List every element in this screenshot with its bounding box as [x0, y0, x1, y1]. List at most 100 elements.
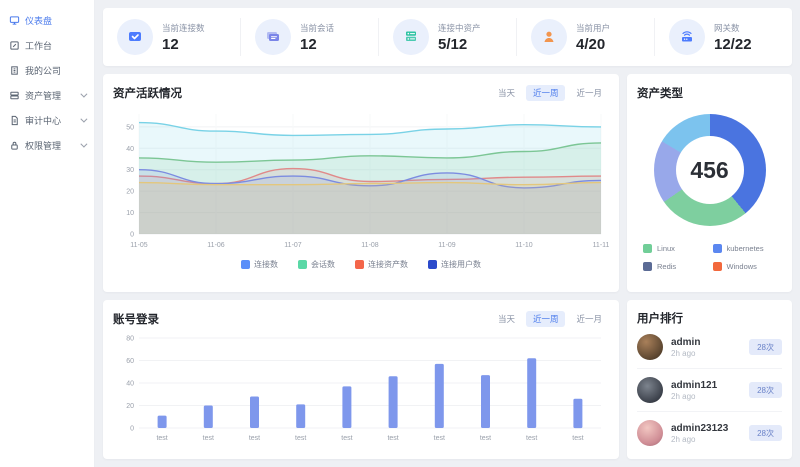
sessions-icon [255, 19, 291, 55]
audit-icon [9, 115, 20, 126]
stat-value: 4/20 [576, 36, 610, 53]
sidebar-item-assets[interactable]: 资产管理 [0, 83, 94, 108]
app-root: 仪表盘 工作台 我的公司 资产管理 审计中心 [0, 0, 800, 467]
stat-connections: 当前连接数 12 [103, 18, 240, 56]
panel-title: 资产类型 [637, 85, 683, 101]
svg-text:test: test [387, 435, 398, 442]
stat-sessions: 当前会话 12 [240, 18, 378, 56]
stat-value: 12 [300, 36, 334, 53]
user-time: 2h ago [671, 392, 717, 401]
svg-text:80: 80 [126, 336, 134, 343]
legend-label: kubernetes [727, 244, 764, 253]
avatar [637, 420, 663, 446]
filter-today[interactable]: 当天 [491, 85, 522, 101]
svg-text:test: test [249, 435, 260, 442]
panel-title: 用户排行 [637, 310, 683, 326]
legend-label: Redis [657, 262, 676, 271]
legend-item-connected-assets[interactable]: 连接资产数 [355, 259, 408, 270]
legend-swatch [643, 262, 652, 271]
sidebar-item-company[interactable]: 我的公司 [0, 58, 94, 83]
filter-month[interactable]: 近一月 [569, 85, 609, 101]
stat-label: 连接中资产 [438, 22, 481, 34]
time-filter-group: 当天 近一周 近一月 [491, 85, 609, 101]
legend-swatch [355, 260, 364, 269]
stat-label: 当前连接数 [162, 22, 205, 34]
dashboard-icon [9, 15, 20, 26]
filter-month[interactable]: 近一月 [569, 311, 609, 327]
svg-text:10: 10 [126, 210, 134, 217]
svg-text:test: test [526, 435, 537, 442]
assets-icon [9, 90, 20, 101]
user-name: admin121 [671, 380, 717, 391]
legend-item-connected-users[interactable]: 连接用户数 [428, 259, 481, 270]
sidebar-item-permissions[interactable]: 权限管理 [0, 133, 94, 158]
bar-chart-svg: 020406080testtesttesttesttesttesttesttes… [113, 332, 609, 444]
legend-swatch [713, 262, 722, 271]
svg-text:40: 40 [126, 381, 134, 388]
svg-text:test: test [156, 435, 167, 442]
main-content: 当前连接数 12 当前会话 12 连接中资产 5/12 [95, 0, 800, 467]
asset-activity-chart: 0102030405011-0511-0611-0711-0811-0911-1… [113, 106, 609, 257]
svg-text:11-05: 11-05 [130, 242, 147, 249]
sidebar-item-dashboard[interactable]: 仪表盘 [0, 8, 94, 33]
legend-item-sessions[interactable]: 会话数 [298, 259, 335, 270]
middle-row: 资产活跃情况 当天 近一周 近一月 0102030405011-0511-061… [103, 74, 792, 292]
asset-type-legend: Linux kubernetes Redis Windows [637, 244, 782, 271]
legend-item-linux[interactable]: Linux [643, 244, 707, 253]
panel-title: 资产活跃情况 [113, 85, 182, 101]
legend-item-connections[interactable]: 连接数 [241, 259, 278, 270]
login-count-badge: 28次 [749, 425, 782, 441]
stat-label: 当前会话 [300, 22, 334, 34]
asset-type-donut-ring[interactable]: 456 [654, 114, 766, 226]
user-rank-row[interactable]: admin121 2h ago 28次 [637, 368, 782, 411]
svg-text:40: 40 [126, 146, 134, 153]
time-filter-group: 当天 近一周 近一月 [491, 311, 609, 327]
legend-item-windows[interactable]: Windows [713, 262, 777, 271]
account-login-chart: 020406080testtesttesttesttesttesttesttes… [113, 332, 609, 449]
sidebar-item-label: 我的公司 [25, 64, 61, 77]
user-rank-row[interactable]: admin 2h ago 28次 [637, 326, 782, 368]
user-rank-row[interactable]: admin23123 2h ago 28次 [637, 411, 782, 454]
bottom-row: 账号登录 当天 近一周 近一月 020406080testtesttesttes… [103, 300, 792, 459]
gateway-icon [669, 19, 705, 55]
users-online-icon [531, 19, 567, 55]
login-count-badge: 28次 [749, 339, 782, 355]
stat-value: 12 [162, 36, 205, 53]
filter-week[interactable]: 近一周 [526, 85, 566, 101]
sidebar-item-workbench[interactable]: 工作台 [0, 33, 94, 58]
legend-swatch [643, 244, 652, 253]
user-name: admin [671, 337, 700, 348]
legend-label: 连接用户数 [441, 259, 481, 270]
svg-text:11-11: 11-11 [593, 242, 609, 249]
svg-text:test: test [203, 435, 214, 442]
sidebar-item-label: 仪表盘 [25, 14, 52, 27]
legend-swatch [241, 260, 250, 269]
stat-label: 当前用户 [576, 22, 610, 34]
sidebar-item-label: 审计中心 [25, 114, 61, 127]
panel-title: 账号登录 [113, 311, 159, 327]
filter-week[interactable]: 近一周 [526, 311, 566, 327]
stat-connected-assets: 连接中资产 5/12 [378, 18, 516, 56]
legend-item-redis[interactable]: Redis [643, 262, 707, 271]
company-icon [9, 65, 20, 76]
stat-current-users: 当前用户 4/20 [516, 18, 654, 56]
sidebar: 仪表盘 工作台 我的公司 资产管理 审计中心 [0, 0, 95, 467]
chevron-down-icon [80, 141, 87, 148]
asset-type-panel: 资产类型 456 Linux kubernetes [627, 74, 792, 292]
legend-item-kubernetes[interactable]: kubernetes [713, 244, 777, 253]
filter-today[interactable]: 当天 [491, 311, 522, 327]
legend-label: 连接数 [254, 259, 278, 270]
svg-text:test: test [341, 435, 352, 442]
svg-text:11-07: 11-07 [284, 242, 301, 249]
permission-icon [9, 140, 20, 151]
user-name: admin23123 [671, 423, 728, 434]
svg-text:test: test [434, 435, 445, 442]
svg-text:11-06: 11-06 [207, 242, 224, 249]
svg-text:11-10: 11-10 [515, 242, 532, 249]
svg-text:50: 50 [126, 124, 134, 131]
connections-icon [117, 19, 153, 55]
legend-label: Windows [727, 262, 757, 271]
account-login-panel: 账号登录 当天 近一周 近一月 020406080testtesttesttes… [103, 300, 619, 459]
sidebar-item-label: 工作台 [25, 39, 52, 52]
sidebar-item-audit[interactable]: 审计中心 [0, 108, 94, 133]
